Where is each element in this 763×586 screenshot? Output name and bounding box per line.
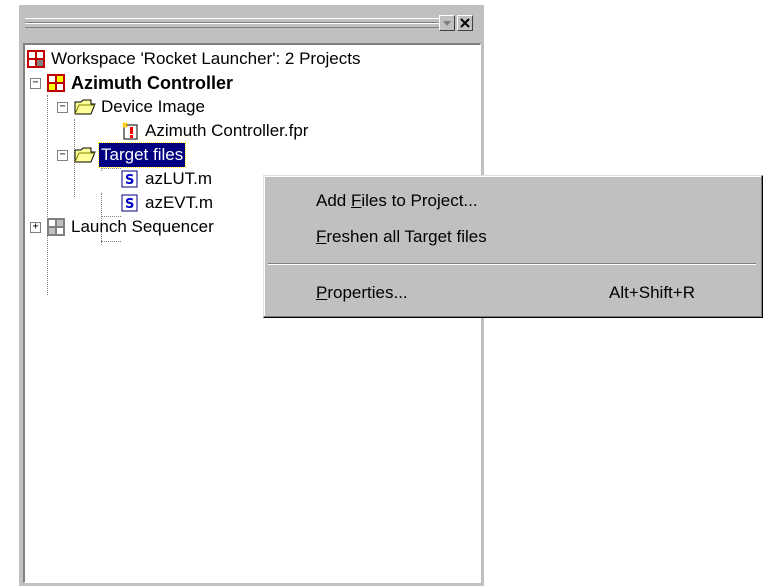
menu-item-label: Add Files to Project... (316, 191, 478, 210)
file-label: Azimuth Controller.fpr (145, 121, 309, 140)
collapse-toggle[interactable]: − (57, 150, 68, 161)
menu-item-label: Freshen all Target files (316, 227, 487, 246)
gripper-bar[interactable] (25, 23, 445, 28)
file-label: azEVT.m (145, 193, 214, 212)
collapse-toggle[interactable]: − (57, 102, 68, 113)
close-icon[interactable] (457, 15, 473, 31)
folder-open-icon (74, 99, 96, 115)
tree-line (101, 168, 121, 169)
menu-item-shortcut: Alt+Shift+R (609, 283, 695, 302)
folder-label-selected: Target files (97, 142, 187, 168)
project-label: Azimuth Controller (71, 73, 233, 93)
pane-titlebar[interactable] (25, 13, 479, 35)
expand-toggle[interactable]: + (30, 222, 41, 233)
menu-item-properties[interactable]: Properties... Alt+Shift+R (264, 277, 762, 309)
folder-open-icon (74, 147, 96, 163)
script-file-icon: S (121, 194, 138, 212)
menu-item-label: Properties... (316, 283, 408, 302)
device-image-file-icon (122, 122, 138, 140)
svg-text:S: S (125, 197, 134, 212)
project-label: Launch Sequencer (71, 217, 214, 236)
project-icon (47, 218, 65, 236)
folder-label: Device Image (101, 97, 205, 116)
collapse-toggle[interactable]: − (30, 78, 41, 89)
workspace-icon (27, 50, 45, 68)
menu-separator (268, 263, 756, 265)
tree-line (47, 95, 48, 295)
restore-icon[interactable] (439, 15, 455, 31)
svg-text:S: S (125, 173, 134, 188)
menu-item-freshen[interactable]: Freshen all Target files (264, 221, 762, 253)
tree-line (101, 241, 121, 242)
file-label: azLUT.m (145, 169, 213, 188)
workspace-label: Workspace 'Rocket Launcher': 2 Projects (51, 49, 361, 68)
project-icon (47, 74, 65, 92)
menu-item-add-files[interactable]: Add Files to Project... (264, 185, 762, 217)
context-menu: Add Files to Project... Freshen all Targ… (263, 175, 763, 318)
script-file-icon: S (121, 170, 138, 188)
